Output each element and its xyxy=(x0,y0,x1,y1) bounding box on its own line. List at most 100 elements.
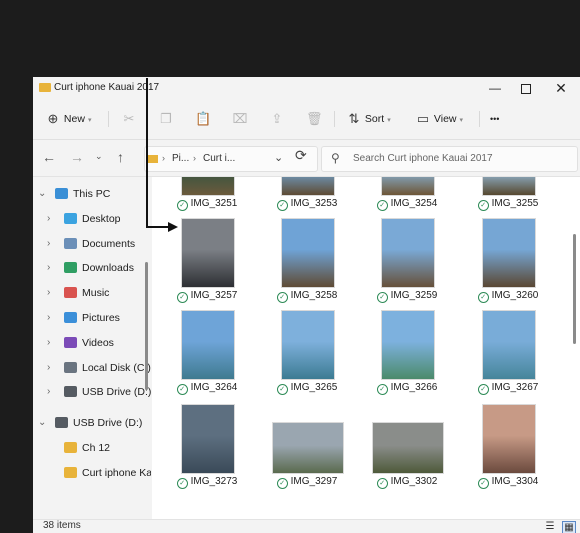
view-button[interactable]: ▭ View ▾ xyxy=(415,107,463,131)
chevron-right-icon[interactable]: › xyxy=(47,208,50,230)
breadcrumb-current-folder[interactable]: Curt i... xyxy=(203,153,235,164)
sync-status-icon: ✓ xyxy=(276,200,288,211)
sidebar-item-usb-drive-d[interactable]: ⌄ USB Drive (D:) xyxy=(33,412,151,434)
file-name-label: IMG_3273 xyxy=(190,476,238,487)
file-grid: ✓ IMG_3251 ✓ IMG_3253 ✓ IMG_3254 ✓ IMG_3255 ✓ IMG… xyxy=(152,177,580,519)
navigation-pane: ›OneDrive⌄This PC›Desktop›Documents›Down… xyxy=(33,177,151,519)
file-name-label: IMG_3257 xyxy=(190,290,238,301)
sort-button[interactable]: ⇅ Sort ▾ xyxy=(346,107,391,131)
sort-button-label: Sort xyxy=(364,113,385,125)
chevron-right-icon[interactable]: › xyxy=(47,357,50,379)
chevron-down-icon[interactable]: ⌄ xyxy=(38,412,46,434)
close-button[interactable]: ✕ xyxy=(546,79,576,97)
sidebar-item-usb-drive-d[interactable]: › USB Drive (D:) xyxy=(33,381,151,403)
file-tile[interactable]: ✓ IMG_3297 xyxy=(257,177,357,489)
title-bar: Curt iphone Kauai 2017 — ✕ xyxy=(33,77,580,99)
sync-status-icon: ✓ xyxy=(376,292,388,303)
chevron-down-icon[interactable]: ⌄ xyxy=(38,183,46,205)
sidebar-item-label: Videos xyxy=(82,337,114,349)
sidebar-item-curt-iphone-kaua[interactable]: Curt iphone Kaua xyxy=(33,462,151,484)
maximize-button[interactable] xyxy=(511,79,541,97)
chevron-right-icon: › xyxy=(162,153,165,163)
sidebar-item-label: This PC xyxy=(73,188,111,200)
sidebar-item-music[interactable]: › Music xyxy=(33,282,151,304)
chevron-down-icon: ▾ xyxy=(387,117,391,124)
image-thumbnail xyxy=(181,310,235,380)
image-thumbnail xyxy=(381,310,435,380)
details-view-button[interactable]: ☰ xyxy=(544,521,556,532)
file-name: ✓ IMG_3302 xyxy=(357,476,457,489)
sidebar-item-this-pc[interactable]: ⌄ This PC xyxy=(33,183,151,205)
file-name-label: IMG_3266 xyxy=(390,382,438,393)
image-thumbnail xyxy=(181,404,235,474)
paste-button[interactable]: 📋 xyxy=(195,107,211,131)
sidebar-item-documents[interactable]: › Documents xyxy=(33,233,151,255)
sidebar-item-downloads[interactable]: › Downloads xyxy=(33,257,151,279)
more-options-button[interactable]: ••• xyxy=(490,107,499,131)
chevron-right-icon[interactable]: › xyxy=(47,332,50,354)
file-name: ✓ IMG_3264 xyxy=(157,382,257,395)
computer-icon xyxy=(55,188,68,199)
sidebar-item-videos[interactable]: › Videos xyxy=(33,332,151,354)
file-tile[interactable]: ✓ IMG_3273 xyxy=(157,177,257,489)
chevron-right-icon[interactable]: › xyxy=(47,381,50,403)
image-thumbnail xyxy=(482,404,536,474)
file-name: ✓ IMG_3266 xyxy=(357,382,457,395)
chevron-right-icon[interactable]: › xyxy=(47,233,50,255)
item-count: 38 items xyxy=(43,520,81,531)
rename-button[interactable]: ⌧ xyxy=(232,107,248,131)
cut-button[interactable]: ✂ xyxy=(121,107,137,131)
file-name: ✓ IMG_3251 xyxy=(157,198,257,211)
breadcrumb-pictures[interactable]: Pi... xyxy=(172,153,189,164)
sidebar-item-label: Documents xyxy=(82,238,136,250)
sidebar-item-local-disk-c[interactable]: › Local Disk (C:) xyxy=(33,357,151,379)
file-name-label: IMG_3260 xyxy=(491,290,539,301)
chevron-down-icon[interactable]: ⌄ xyxy=(274,151,283,164)
navigation-pane-scrollbar[interactable] xyxy=(145,262,148,390)
sidebar-item-ch-12[interactable]: Ch 12 xyxy=(33,437,151,459)
sidebar-item-label: Desktop xyxy=(82,213,121,225)
address-row: ← → ⌄ ↑ › Pi... › Curt i... ⌄ ⟳ ⚲ Search… xyxy=(33,140,580,177)
image-thumbnail xyxy=(281,218,335,288)
sync-status-icon: ✓ xyxy=(477,384,489,395)
sidebar-item-label: Downloads xyxy=(82,262,134,274)
copy-button[interactable]: ❐ xyxy=(158,107,174,131)
share-icon: ⇪ xyxy=(271,111,283,127)
view-icon: ▭ xyxy=(416,111,430,127)
file-explorer-window: Curt iphone Kauai 2017 — ✕ ⊕ New ▾ ✂ ❐ 📋 … xyxy=(33,77,580,533)
file-name-label: IMG_3302 xyxy=(390,476,438,487)
chevron-down-icon: ▾ xyxy=(87,117,92,124)
file-tile[interactable]: ✓ IMG_3304 xyxy=(458,177,558,489)
sidebar-item-desktop[interactable]: › Desktop xyxy=(33,208,151,230)
delete-button[interactable]: 🗑 xyxy=(306,107,323,131)
recent-locations-button[interactable]: ⌄ xyxy=(95,151,103,162)
forward-button[interactable]: → xyxy=(70,149,84,165)
thumbnail-view-button[interactable]: ▦ xyxy=(562,521,576,533)
disk-icon xyxy=(64,362,77,373)
content-scrollbar[interactable] xyxy=(573,234,576,344)
address-bar[interactable]: › Pi... › Curt i... ⌄ xyxy=(144,146,318,172)
folder-icon xyxy=(148,155,158,163)
minimize-button[interactable]: — xyxy=(480,79,510,97)
plus-circle-icon: ⊕ xyxy=(47,111,59,127)
chevron-right-icon[interactable]: › xyxy=(47,307,50,329)
sidebar-item-label: Ch 12 xyxy=(82,442,111,454)
sync-status-icon: ✓ xyxy=(276,292,288,303)
sidebar-item-pictures[interactable]: › Pictures xyxy=(33,307,151,329)
search-box[interactable]: ⚲ Search Curt iphone Kauai 2017 xyxy=(321,146,578,172)
file-name-label: IMG_3258 xyxy=(290,290,338,301)
chevron-right-icon[interactable]: › xyxy=(47,282,50,304)
up-button[interactable]: ↑ xyxy=(117,149,124,165)
file-tile[interactable]: ✓ IMG_3302 xyxy=(357,177,457,489)
status-bar: 38 items ☰ ▦ xyxy=(33,519,580,533)
sidebar-item-label: Curt iphone Kaua xyxy=(82,467,151,479)
share-button[interactable]: ⇪ xyxy=(269,107,285,131)
image-thumbnail xyxy=(381,218,435,288)
new-button[interactable]: ⊕ New ▾ xyxy=(45,107,92,131)
usb-drive-icon xyxy=(55,417,68,428)
chevron-right-icon[interactable]: › xyxy=(47,257,50,279)
sync-status-icon: ✓ xyxy=(176,478,188,489)
back-button[interactable]: ← xyxy=(42,149,56,165)
sidebar-item-label: USB Drive (D:) xyxy=(82,386,151,398)
refresh-button[interactable]: ⟳ xyxy=(295,147,307,164)
